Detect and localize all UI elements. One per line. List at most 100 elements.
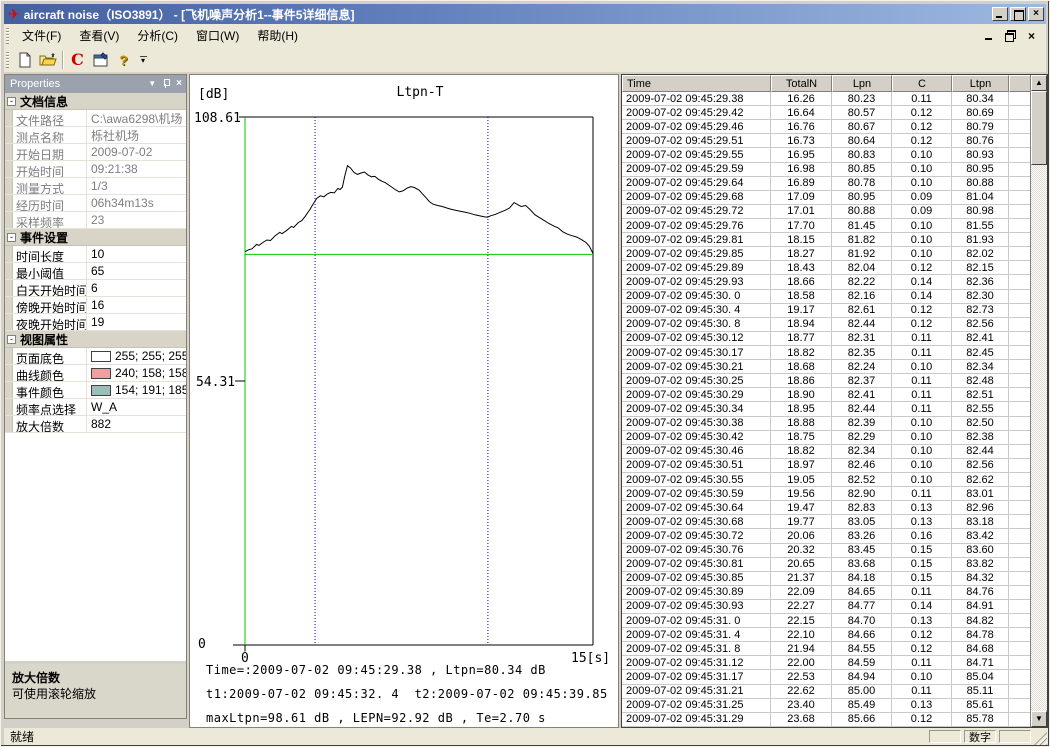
table-row[interactable]: 2009-07-02 09:45:29.9318.6682.220.1482.3…	[622, 275, 1030, 289]
table-row[interactable]: 2009-07-02 09:45:30. 018.5882.160.1482.3…	[622, 290, 1030, 304]
table-row[interactable]: 2009-07-02 09:45:29.5916.9880.850.1080.9…	[622, 163, 1030, 177]
property-value[interactable]: 255; 255; 255	[87, 348, 186, 364]
property-category[interactable]: -文档信息	[5, 93, 186, 110]
property-value[interactable]: 1/3	[87, 178, 186, 194]
table-row[interactable]: 2009-07-02 09:45:31. 821.9484.550.1284.6…	[622, 642, 1030, 656]
table-row[interactable]: 2009-07-02 09:45:30.9322.2784.770.1484.9…	[622, 600, 1030, 614]
table-row[interactable]: 2009-07-02 09:45:30.1218.7782.310.1182.4…	[622, 332, 1030, 346]
table-row[interactable]: 2009-07-02 09:45:29.8118.1581.820.1081.9…	[622, 233, 1030, 247]
table-row[interactable]: 2009-07-02 09:45:30.1718.8282.350.1182.4…	[622, 346, 1030, 360]
scroll-up-icon[interactable]: ▲	[1031, 75, 1047, 91]
menu-view[interactable]: 查看(V)	[70, 23, 128, 48]
menu-analysis[interactable]: 分析(C)	[128, 23, 187, 48]
table-row[interactable]: 2009-07-02 09:45:29.8518.2781.920.1082.0…	[622, 247, 1030, 261]
scrollbar-track[interactable]	[1031, 165, 1047, 711]
chart-panel[interactable]: [dB] Ltpn-T 108.61 54.31 0 0 15[s] Time=…	[189, 74, 619, 728]
new-document-button[interactable]	[13, 49, 36, 71]
panel-menu-chevron-icon[interactable]: ▼	[148, 80, 156, 88]
table-row[interactable]: 2009-07-02 09:45:31.1222.0084.590.1184.7…	[622, 656, 1030, 670]
property-value[interactable]: 154; 191; 185	[87, 382, 186, 398]
table-row[interactable]: 2009-07-02 09:45:29.7217.0180.880.0980.9…	[622, 205, 1030, 219]
table-row[interactable]: 2009-07-02 09:45:30.6819.7783.050.1383.1…	[622, 515, 1030, 529]
table-row[interactable]: 2009-07-02 09:45:30.8521.3784.180.1584.3…	[622, 572, 1030, 586]
table-row[interactable]: 2009-07-02 09:45:30.7620.3283.450.1583.6…	[622, 544, 1030, 558]
table-row[interactable]: 2009-07-02 09:45:29.3816.2680.230.1180.3…	[622, 92, 1030, 106]
table-row[interactable]: 2009-07-02 09:45:29.4216.6480.570.1280.6…	[622, 106, 1030, 120]
help-button[interactable]: ?	[112, 49, 135, 71]
table-row[interactable]: 2009-07-02 09:45:31.2122.6285.000.1185.1…	[622, 685, 1030, 699]
property-value[interactable]: W_A	[87, 399, 186, 415]
analysis-c-button[interactable]: C	[66, 49, 89, 71]
vertical-scrollbar[interactable]: ▲ ▼	[1030, 75, 1047, 727]
properties-button[interactable]	[89, 49, 112, 71]
table-row[interactable]: 2009-07-02 09:45:30.2918.9082.410.1182.5…	[622, 388, 1030, 402]
panel-close-icon[interactable]: ×	[176, 79, 182, 89]
table-row[interactable]: 2009-07-02 09:45:30.8922.0984.650.1184.7…	[622, 586, 1030, 600]
scroll-down-icon[interactable]: ▼	[1031, 711, 1047, 727]
table-row[interactable]: 2009-07-02 09:45:30.2118.6882.240.1082.3…	[622, 360, 1030, 374]
column-header-c[interactable]: C	[892, 75, 952, 92]
menu-help[interactable]: 帮助(H)	[248, 23, 307, 48]
table-row[interactable]: 2009-07-02 09:45:31. 422.1084.660.1284.7…	[622, 628, 1030, 642]
property-value[interactable]: 2009-07-02	[87, 144, 186, 160]
collapse-minus-icon[interactable]: -	[7, 97, 16, 106]
ltpn-time-plot[interactable]	[190, 75, 618, 727]
column-header-lpn[interactable]: Lpn	[832, 75, 892, 92]
pin-icon[interactable]	[162, 79, 170, 89]
mdi-restore-icon[interactable]	[1004, 30, 1017, 42]
table-row[interactable]: 2009-07-02 09:45:29.5116.7380.640.1280.7…	[622, 134, 1030, 148]
table-row[interactable]: 2009-07-02 09:45:30.2518.8682.370.1182.4…	[622, 374, 1030, 388]
property-value[interactable]: 10	[87, 246, 186, 262]
property-category[interactable]: -事件设置	[5, 229, 186, 246]
scrollbar-thumb[interactable]	[1031, 91, 1047, 165]
table-row[interactable]: 2009-07-02 09:45:30.6419.4782.830.1382.9…	[622, 501, 1030, 515]
table-row[interactable]: 2009-07-02 09:45:31. 022.1584.700.1384.8…	[622, 614, 1030, 628]
collapse-minus-icon[interactable]: -	[7, 233, 16, 242]
table-row[interactable]: 2009-07-02 09:45:30.3818.8882.390.1082.5…	[622, 417, 1030, 431]
table-row[interactable]: 2009-07-02 09:45:31.1722.5384.940.1085.0…	[622, 670, 1030, 684]
table-row[interactable]: 2009-07-02 09:45:30.8120.6583.680.1583.8…	[622, 558, 1030, 572]
menubar-gripper[interactable]	[6, 28, 9, 44]
mdi-close-icon[interactable]: ×	[1025, 30, 1038, 42]
toolbar-gripper[interactable]	[6, 52, 9, 68]
property-value[interactable]: C:\awa6298\机场	[87, 110, 186, 126]
property-value[interactable]: 23	[87, 212, 186, 228]
table-row[interactable]: 2009-07-02 09:45:30.5519.0582.520.1082.6…	[622, 473, 1030, 487]
table-row[interactable]: 2009-07-02 09:45:29.4616.7680.670.1280.7…	[622, 120, 1030, 134]
column-header-time[interactable]: Time	[622, 75, 771, 92]
table-row[interactable]: 2009-07-02 09:45:30. 419.1782.610.1282.7…	[622, 304, 1030, 318]
maximize-button[interactable]	[1010, 7, 1026, 21]
property-value[interactable]: 240; 158; 158	[87, 365, 186, 381]
table-row[interactable]: 2009-07-02 09:45:29.7617.7081.450.1081.5…	[622, 219, 1030, 233]
table-row[interactable]: 2009-07-02 09:45:30.5919.5682.900.1183.0…	[622, 487, 1030, 501]
property-value[interactable]: 19	[87, 314, 186, 330]
table-row[interactable]: 2009-07-02 09:45:30.7220.0683.260.1683.4…	[622, 529, 1030, 543]
table-row[interactable]: 2009-07-02 09:45:30. 818.9482.440.1282.5…	[622, 318, 1030, 332]
property-value[interactable]: 6	[87, 280, 186, 296]
property-value[interactable]: 栎社机场	[87, 127, 186, 143]
table-row[interactable]: 2009-07-02 09:45:31.2523.4085.490.1385.6…	[622, 699, 1030, 713]
property-value[interactable]: 16	[87, 297, 186, 313]
close-button[interactable]: ×	[1028, 7, 1044, 21]
menu-window[interactable]: 窗口(W)	[187, 23, 248, 48]
table-row[interactable]: 2009-07-02 09:45:30.3418.9582.440.1182.5…	[622, 402, 1030, 416]
table-row[interactable]: 2009-07-02 09:45:30.4618.8282.340.1082.4…	[622, 445, 1030, 459]
toolbar-overflow-button[interactable]: ▾	[136, 49, 150, 71]
menu-file[interactable]: 文件(F)	[13, 23, 70, 48]
minimize-button[interactable]	[992, 7, 1008, 21]
table-row[interactable]: 2009-07-02 09:45:29.6817.0980.950.0981.0…	[622, 191, 1030, 205]
property-value[interactable]: 65	[87, 263, 186, 279]
table-row[interactable]: 2009-07-02 09:45:30.4218.7582.290.1082.3…	[622, 431, 1030, 445]
table-row[interactable]: 2009-07-02 09:45:30.5118.9782.460.1082.5…	[622, 459, 1030, 473]
column-header-totaln[interactable]: TotalN	[771, 75, 832, 92]
table-row[interactable]: 2009-07-02 09:45:29.6416.8980.780.1080.8…	[622, 177, 1030, 191]
mdi-minimize-icon[interactable]	[983, 30, 996, 42]
column-header-ltpn[interactable]: Ltpn	[952, 75, 1009, 92]
table-row[interactable]: 2009-07-02 09:45:29.5516.9580.830.1080.9…	[622, 148, 1030, 162]
resize-grip[interactable]	[1034, 732, 1047, 745]
property-value[interactable]: 06h34m13s	[87, 195, 186, 211]
property-value[interactable]: 882	[87, 416, 186, 432]
property-value[interactable]: 09:21:38	[87, 161, 186, 177]
table-row[interactable]: 2009-07-02 09:45:29.8918.4382.040.1282.1…	[622, 261, 1030, 275]
table-row[interactable]: 2009-07-02 09:45:31.2923.6885.660.1285.7…	[622, 713, 1030, 727]
